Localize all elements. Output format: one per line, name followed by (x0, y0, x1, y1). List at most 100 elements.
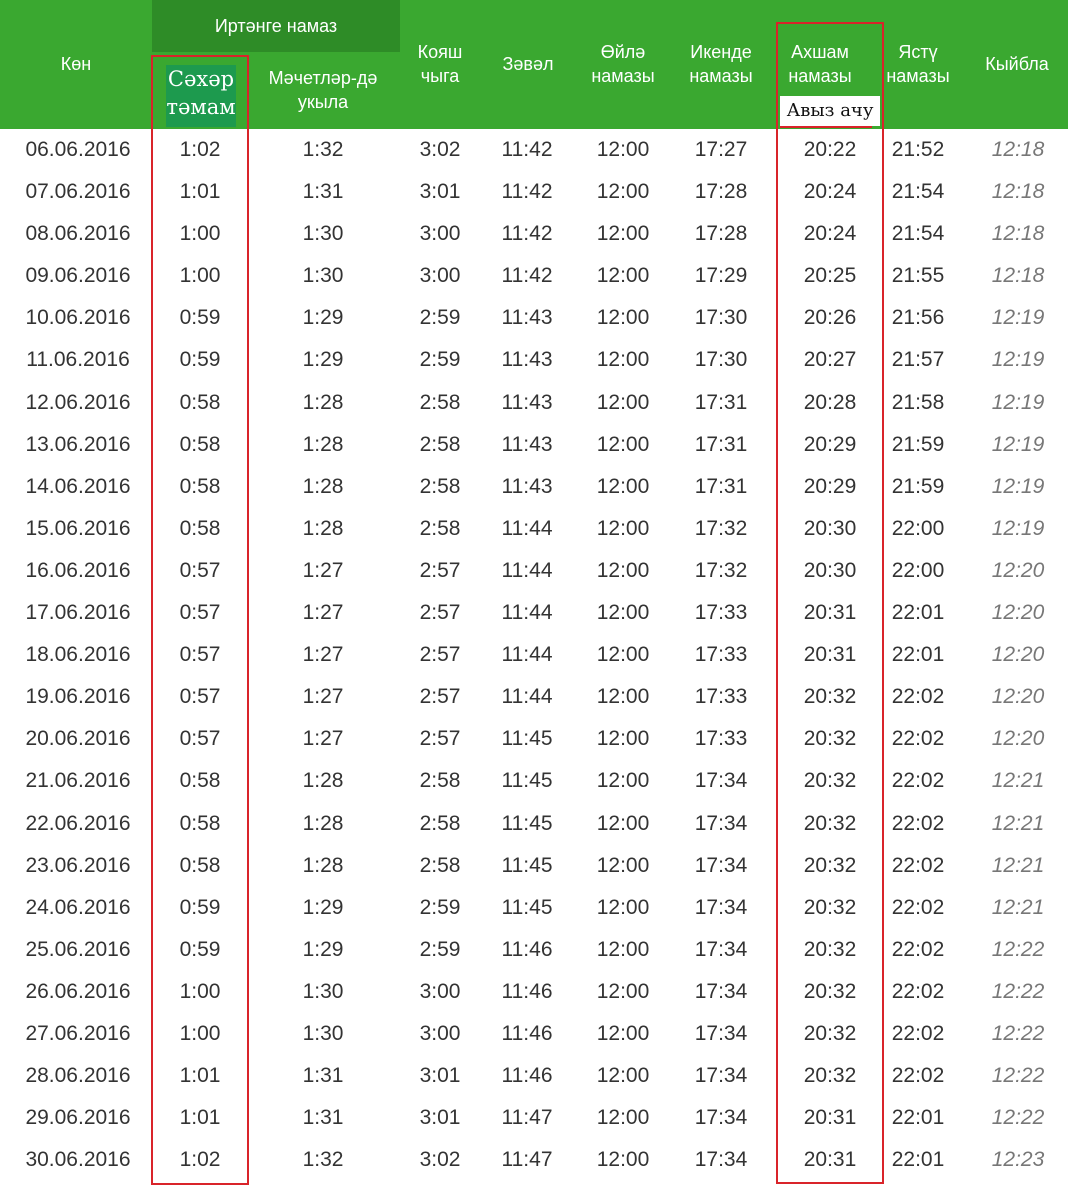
column-header-asr: Икенде намазы (689, 42, 753, 86)
table-row: 21.06.2016 0:58 1:28 2:58 11:45 12:00 17:34 20:… (0, 760, 1068, 802)
cell-qibla: 12:20 (991, 558, 1045, 582)
cell-isha: 22:02 (891, 727, 945, 751)
cell-suhur: 0:58 (179, 811, 221, 835)
table-row: 26.06.2016 1:00 1:30 3:00 11:46 12:00 17:34 20:… (0, 971, 1068, 1013)
cell-mosque: 1:29 (302, 306, 344, 330)
cell-date: 10.06.2016 (25, 306, 131, 330)
cell-maghrib: 20:25 (803, 264, 857, 288)
cell-qibla: 12:18 (991, 264, 1045, 288)
cell-sunrise: 3:01 (419, 1106, 461, 1130)
cell-mosque: 1:28 (302, 853, 344, 877)
cell-suhur: 0:57 (179, 601, 221, 625)
table-row: 08.06.2016 1:00 1:30 3:00 11:42 12:00 17:28 20:… (0, 213, 1068, 255)
cell-maghrib: 20:32 (803, 727, 857, 751)
cell-date: 07.06.2016 (25, 180, 131, 204)
cell-date: 12.06.2016 (25, 390, 131, 414)
cell-dhuhr: 12:00 (596, 685, 650, 709)
cell-maghrib: 20:31 (803, 1148, 857, 1172)
cell-zawal: 11:42 (501, 138, 553, 161)
cell-sunrise: 2:58 (419, 516, 461, 540)
column-header-date: Көн (60, 54, 92, 74)
cell-date: 18.06.2016 (25, 643, 131, 667)
cell-suhur: 1:00 (179, 264, 221, 288)
cell-asr: 17:31 (694, 474, 748, 498)
cell-isha: 22:02 (891, 685, 945, 709)
cell-maghrib: 20:32 (803, 1064, 857, 1088)
cell-qibla: 12:22 (991, 937, 1045, 961)
cell-suhur: 1:00 (179, 979, 221, 1003)
cell-dhuhr: 12:00 (596, 306, 650, 330)
table-row: 27.06.2016 1:00 1:30 3:00 11:46 12:00 17:34 20:… (0, 1013, 1068, 1055)
cell-mosque: 1:31 (302, 180, 344, 204)
table-row: 29.06.2016 1:01 1:31 3:01 11:47 12:00 17:34 20:… (0, 1097, 1068, 1139)
cell-asr: 17:30 (694, 348, 748, 372)
cell-zawal: 11:42 (501, 222, 553, 246)
cell-maghrib: 20:32 (803, 979, 857, 1003)
cell-maghrib: 20:31 (803, 601, 857, 625)
cell-isha: 22:00 (891, 516, 945, 540)
cell-suhur: 0:59 (179, 348, 221, 372)
cell-sunrise: 3:02 (419, 138, 461, 161)
table-row: 11.06.2016 0:59 1:29 2:59 11:43 12:00 17:30 20:… (0, 339, 1068, 381)
cell-asr: 17:34 (694, 769, 748, 793)
cell-sunrise: 2:58 (419, 769, 461, 793)
cell-maghrib: 20:22 (803, 138, 857, 161)
cell-dhuhr: 12:00 (596, 390, 650, 414)
column-header-mosque: Мәчетләр-дә укыла (268, 68, 378, 112)
cell-mosque: 1:27 (302, 601, 344, 625)
cell-maghrib: 20:27 (803, 348, 857, 372)
cell-asr: 17:32 (694, 516, 748, 540)
cell-zawal: 11:45 (501, 811, 553, 835)
cell-isha: 21:59 (891, 432, 945, 456)
cell-sunrise: 3:00 (419, 222, 461, 246)
cell-mosque: 1:30 (302, 1021, 344, 1045)
cell-zawal: 11:43 (501, 306, 553, 330)
table-row: 17.06.2016 0:57 1:27 2:57 11:44 12:00 17:33 20:… (0, 592, 1068, 634)
cell-asr: 17:31 (694, 432, 748, 456)
cell-date: 29.06.2016 (25, 1106, 131, 1130)
cell-isha: 22:02 (891, 811, 945, 835)
cell-qibla: 12:19 (991, 432, 1045, 456)
cell-zawal: 11:43 (501, 432, 553, 456)
cell-mosque: 1:30 (302, 222, 344, 246)
cell-qibla: 12:20 (991, 727, 1045, 751)
morning-prayer-group-title: Иртәнге намаз (214, 16, 338, 36)
cell-mosque: 1:31 (302, 1064, 344, 1088)
cell-dhuhr: 12:00 (596, 558, 650, 582)
cell-suhur: 0:59 (179, 306, 221, 330)
cell-qibla: 12:21 (991, 895, 1045, 919)
cell-dhuhr: 12:00 (596, 979, 650, 1003)
cell-mosque: 1:28 (302, 474, 344, 498)
table-row: 19.06.2016 0:57 1:27 2:57 11:44 12:00 17:33 20:… (0, 676, 1068, 718)
cell-suhur: 0:58 (179, 390, 221, 414)
cell-dhuhr: 12:00 (596, 853, 650, 877)
cell-suhur: 0:58 (179, 769, 221, 793)
cell-mosque: 1:28 (302, 811, 344, 835)
cell-isha: 22:01 (891, 1106, 945, 1130)
cell-dhuhr: 12:00 (596, 895, 650, 919)
cell-date: 30.06.2016 (25, 1148, 131, 1172)
cell-date: 28.06.2016 (25, 1064, 131, 1088)
table-row: 25.06.2016 0:59 1:29 2:59 11:46 12:00 17:34 20:… (0, 929, 1068, 971)
cell-isha: 22:02 (891, 937, 945, 961)
cell-maghrib: 20:29 (803, 474, 857, 498)
cell-isha: 21:57 (891, 348, 945, 372)
cell-sunrise: 2:58 (419, 811, 461, 835)
cell-date: 23.06.2016 (25, 853, 131, 877)
cell-dhuhr: 12:00 (596, 727, 650, 751)
cell-zawal: 11:47 (501, 1106, 553, 1130)
cell-zawal: 11:46 (501, 979, 553, 1003)
column-header-zawal: Зәвәл (502, 54, 554, 74)
cell-dhuhr: 12:00 (596, 769, 650, 793)
cell-zawal: 11:42 (501, 264, 553, 288)
cell-zawal: 11:43 (501, 390, 553, 414)
table-row: 07.06.2016 1:01 1:31 3:01 11:42 12:00 17:28 20:… (0, 171, 1068, 213)
cell-maghrib: 20:26 (803, 306, 857, 330)
cell-asr: 17:33 (694, 727, 748, 751)
cell-asr: 17:34 (694, 1021, 748, 1045)
cell-date: 14.06.2016 (25, 474, 131, 498)
table-row: 30.06.2016 1:02 1:32 3:02 11:47 12:00 17:34 20:… (0, 1139, 1068, 1181)
cell-dhuhr: 12:00 (596, 1021, 650, 1045)
cell-isha: 22:01 (891, 601, 945, 625)
cell-maghrib: 20:30 (803, 558, 857, 582)
